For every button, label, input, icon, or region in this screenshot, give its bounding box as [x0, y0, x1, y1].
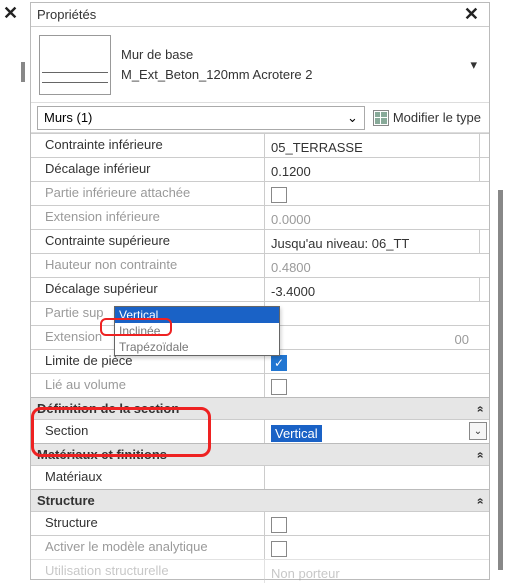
row-lie-volume: Lié au volume: [31, 373, 489, 397]
value[interactable]: 05_TERRASSE: [265, 134, 489, 157]
type-thumbnail: [39, 35, 111, 95]
value: 00: [265, 326, 489, 349]
edit-type-label: Modifier le type: [393, 110, 481, 125]
checkbox[interactable]: [271, 517, 287, 533]
section-value-selected: Vertical: [271, 425, 322, 442]
checkbox: [271, 541, 287, 557]
value[interactable]: Jusqu'au niveau: 06_TT: [265, 230, 489, 253]
dropdown-arrow-icon[interactable]: ⌄: [469, 422, 487, 440]
scrollbar-right[interactable]: [498, 190, 503, 570]
panel-title: Propriétés: [37, 7, 460, 22]
value[interactable]: [265, 512, 489, 535]
section-dropdown-popup[interactable]: Vertical Inclinée Trapézoïdale: [114, 306, 280, 356]
category-row: Murs (1) ⌄ Modifier le type: [31, 103, 489, 133]
label: Décalage supérieur: [31, 278, 265, 301]
checkbox: [271, 379, 287, 395]
dock-close-icon[interactable]: ✕: [3, 3, 18, 24]
label: Lié au volume: [31, 374, 265, 397]
properties-panel: Propriétés ✕ Mur de base M_Ext_Beton_120…: [30, 2, 490, 580]
checkbox: [271, 187, 287, 203]
value[interactable]: 0.1200: [265, 158, 489, 181]
value[interactable]: -3.4000: [265, 278, 489, 301]
label: Utilisation structurelle: [31, 560, 265, 583]
row-structure[interactable]: Structure: [31, 511, 489, 535]
type-family: Mur de base: [121, 45, 466, 65]
category-combo[interactable]: Murs (1) ⌄: [37, 106, 365, 130]
value[interactable]: ✓: [265, 350, 489, 373]
title-bar: Propriétés ✕: [31, 3, 489, 27]
dock-handle-left[interactable]: [21, 62, 25, 82]
group-label: Définition de la section: [37, 401, 179, 416]
label: Contrainte inférieure: [31, 134, 265, 157]
row-utilisation: Utilisation structurelle Non porteur: [31, 559, 489, 583]
edit-type-icon: [373, 110, 389, 126]
group-materiaux[interactable]: Matériaux et finitions »: [31, 443, 489, 465]
value: [265, 302, 489, 325]
row-contrainte-sup[interactable]: Contrainte supérieure Jusqu'au niveau: 0…: [31, 229, 489, 253]
value: [265, 536, 489, 559]
chevron-down-icon: ⌄: [347, 110, 358, 126]
dropdown-option-inclinee[interactable]: Inclinée: [115, 323, 279, 339]
row-materiaux[interactable]: Matériaux: [31, 465, 489, 489]
row-ext-inf: Extension inférieure 0.0000: [31, 205, 489, 229]
group-definition-section[interactable]: Définition de la section »: [31, 397, 489, 419]
dropdown-option-vertical[interactable]: Vertical: [115, 307, 279, 323]
checkbox-checked[interactable]: ✓: [271, 355, 287, 371]
row-decalage-sup[interactable]: Décalage supérieur -3.4000: [31, 277, 489, 301]
value-section-dropdown[interactable]: Vertical ⌄: [265, 420, 489, 443]
dropdown-option-trapezoidale[interactable]: Trapézoïdale: [115, 339, 279, 355]
label: Extension inférieure: [31, 206, 265, 229]
collapse-icon[interactable]: »: [473, 405, 487, 412]
edit-type-button[interactable]: Modifier le type: [371, 108, 483, 128]
close-icon[interactable]: ✕: [460, 4, 483, 25]
type-labels: Mur de base M_Ext_Beton_120mm Acrotere 2: [121, 45, 466, 84]
label: Décalage inférieur: [31, 158, 265, 181]
label: Matériaux: [31, 466, 265, 489]
label: Section: [31, 420, 265, 443]
value: 0.4800: [265, 254, 489, 277]
value: [265, 374, 489, 397]
label: Activer le modèle analytique: [31, 536, 265, 559]
label: Partie inférieure attachée: [31, 182, 265, 205]
group-label: Matériaux et finitions: [37, 447, 167, 462]
value: 0.0000: [265, 206, 489, 229]
value: [265, 182, 489, 205]
row-contrainte-inf[interactable]: Contrainte inférieure 05_TERRASSE: [31, 133, 489, 157]
label: Contrainte supérieure: [31, 230, 265, 253]
row-decalage-inf[interactable]: Décalage inférieur 0.1200: [31, 157, 489, 181]
type-selector-row[interactable]: Mur de base M_Ext_Beton_120mm Acrotere 2…: [31, 27, 489, 103]
row-section[interactable]: Section Vertical ⌄: [31, 419, 489, 443]
group-label: Structure: [37, 493, 95, 508]
label: Hauteur non contrainte: [31, 254, 265, 277]
group-structure[interactable]: Structure »: [31, 489, 489, 511]
row-activer-analytique: Activer le modèle analytique: [31, 535, 489, 559]
type-name: M_Ext_Beton_120mm Acrotere 2: [121, 65, 466, 85]
row-partie-inf: Partie inférieure attachée: [31, 181, 489, 205]
row-hauteur-nc: Hauteur non contrainte 0.4800: [31, 253, 489, 277]
collapse-icon[interactable]: »: [473, 497, 487, 504]
label: Structure: [31, 512, 265, 535]
value[interactable]: [265, 466, 489, 489]
value: Non porteur: [265, 560, 489, 583]
properties-grid: Contrainte inférieure 05_TERRASSE Décala…: [31, 133, 489, 583]
category-value: Murs (1): [44, 110, 92, 125]
type-dropdown-arrow[interactable]: ▾: [466, 53, 481, 77]
collapse-icon[interactable]: »: [473, 451, 487, 458]
